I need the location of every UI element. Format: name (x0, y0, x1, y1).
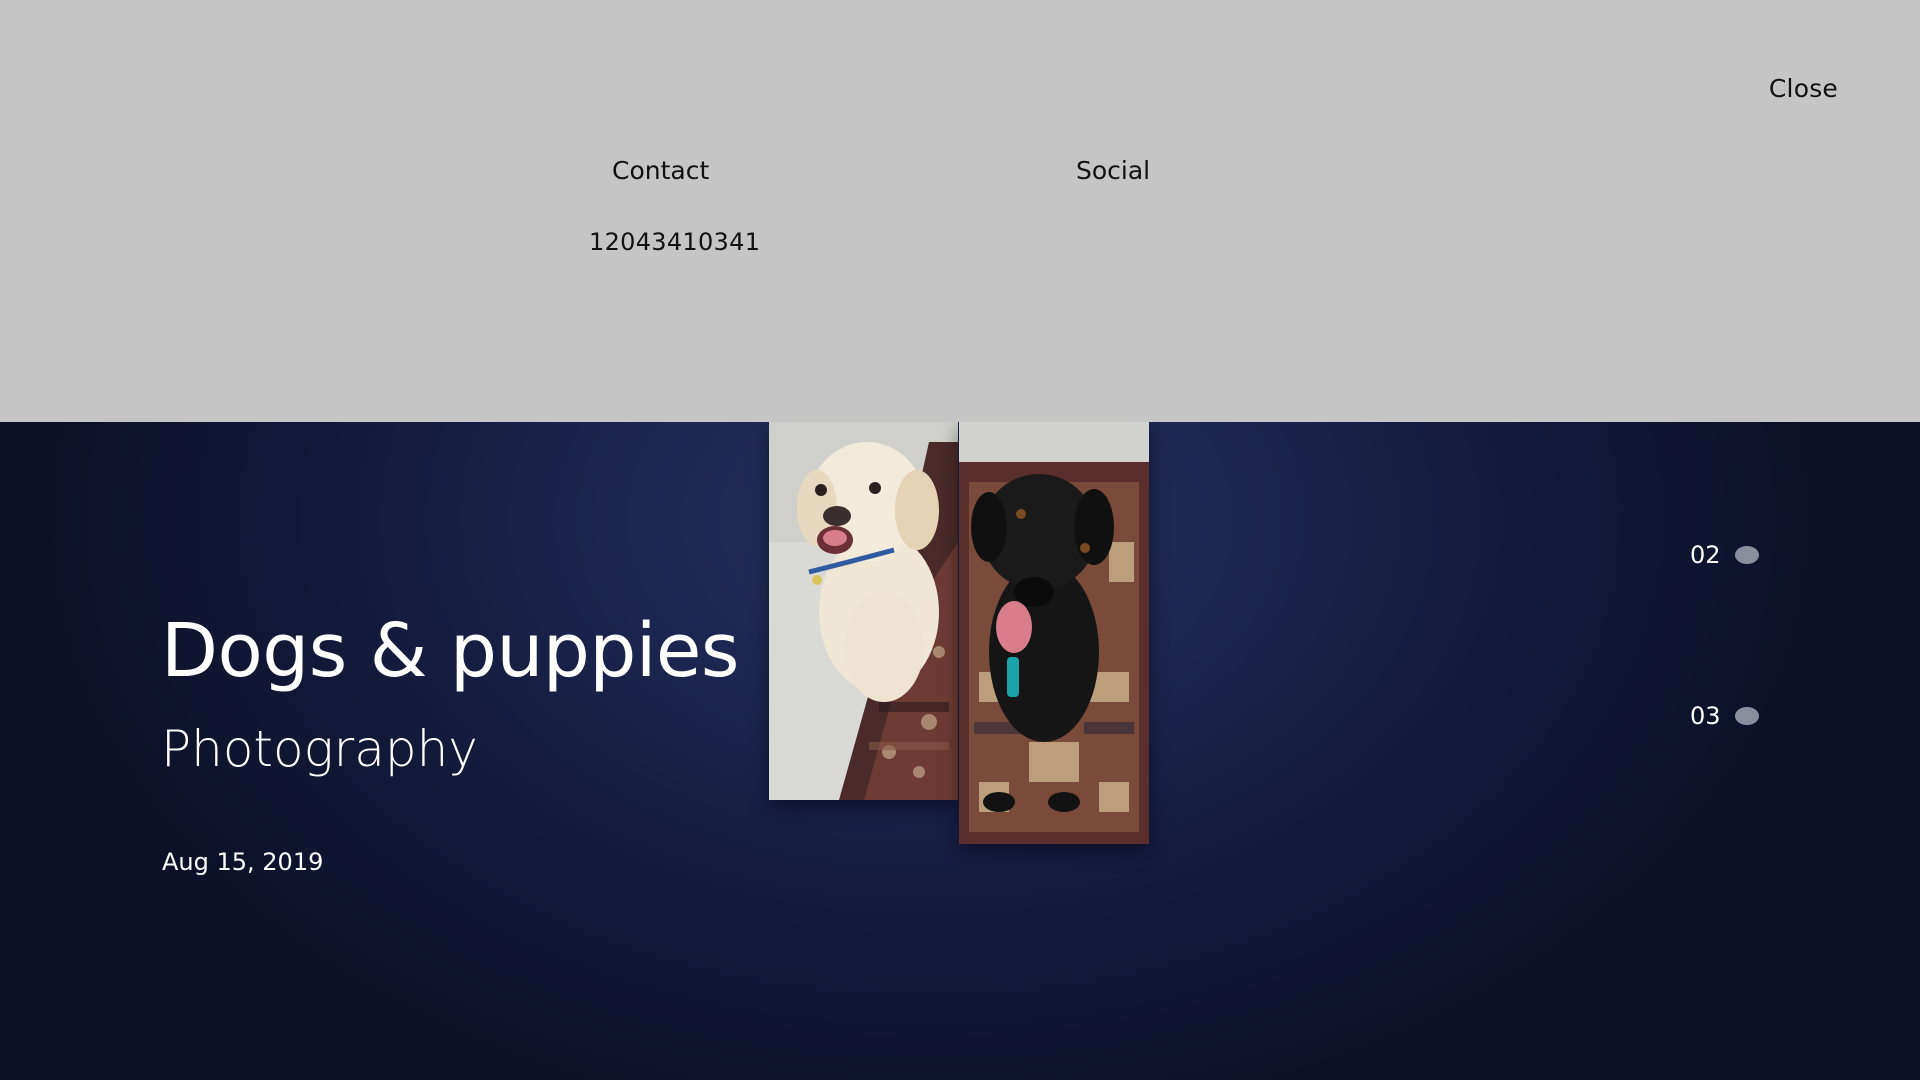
page-title: Dogs & puppies (161, 608, 740, 694)
contact-overlay-panel: Close Contact Social 12043410341 (0, 0, 1920, 422)
black-labrador-dog-photo[interactable] (959, 422, 1149, 844)
slide-number-label: 03 (1690, 702, 1721, 730)
post-date: Aug 15, 2019 (162, 848, 324, 876)
contact-heading: Contact (612, 156, 710, 185)
dot-indicator-icon (1734, 546, 1759, 564)
close-button[interactable]: Close (1769, 74, 1838, 103)
social-heading: Social (1076, 156, 1151, 185)
phone-number-link[interactable]: 12043410341 (589, 228, 760, 256)
dot-indicator-icon (1734, 707, 1759, 725)
cream-doodle-dog-photo[interactable] (769, 422, 958, 800)
cream-doodle-dog-image (769, 422, 958, 800)
slide-nav-03[interactable]: 03 (1690, 702, 1759, 730)
slide-nav-02[interactable]: 02 (1690, 541, 1759, 569)
page: Close Contact Social 12043410341 Dogs & … (0, 0, 1920, 1080)
category-subtitle: Photography (161, 720, 478, 778)
slide-number-label: 02 (1690, 541, 1721, 569)
black-labrador-dog-image (959, 422, 1149, 844)
